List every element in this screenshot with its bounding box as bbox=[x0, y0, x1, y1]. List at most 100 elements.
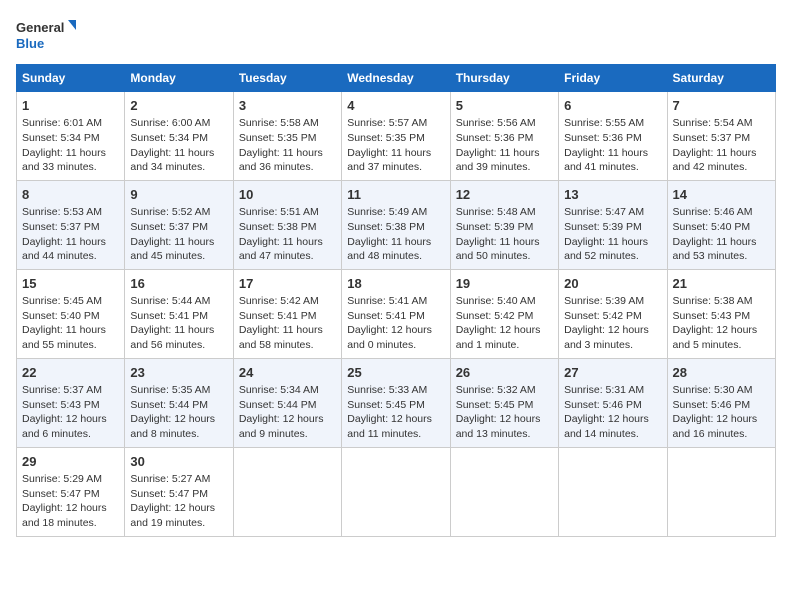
sunset-text: Sunset: 5:42 PM bbox=[564, 310, 642, 322]
daylight-text: Daylight: 11 hours and 41 minutes. bbox=[564, 147, 648, 174]
calendar-cell bbox=[342, 447, 450, 536]
daylight-text: Daylight: 12 hours and 6 minutes. bbox=[22, 413, 107, 440]
day-number: 10 bbox=[239, 186, 336, 204]
week-row-1: 1Sunrise: 6:01 AMSunset: 5:34 PMDaylight… bbox=[17, 92, 776, 181]
day-number: 8 bbox=[22, 186, 119, 204]
svg-text:General: General bbox=[16, 20, 64, 35]
sunset-text: Sunset: 5:41 PM bbox=[130, 310, 208, 322]
calendar-cell: 26 Sunrise: 5:32 AM Sunset: 5:45 PM Dayligh… bbox=[450, 358, 558, 447]
sunset-text: Sunset: 5:44 PM bbox=[130, 399, 208, 411]
weekday-header-row: SundayMondayTuesdayWednesdayThursdayFrid… bbox=[17, 65, 776, 92]
daylight-text: Daylight: 11 hours and 44 minutes. bbox=[22, 236, 106, 263]
calendar-cell bbox=[559, 447, 667, 536]
svg-text:Blue: Blue bbox=[16, 36, 44, 51]
day-number: 5 bbox=[456, 97, 553, 115]
daylight-text: Daylight: 11 hours and 33 minutes. bbox=[22, 147, 106, 174]
day-number: 1 bbox=[22, 97, 119, 115]
day-number: 13 bbox=[564, 186, 661, 204]
day-number: 7 bbox=[673, 97, 770, 115]
sunset-text: Sunset: 5:43 PM bbox=[22, 399, 100, 411]
calendar-cell: 1Sunrise: 6:01 AMSunset: 5:34 PMDaylight… bbox=[17, 92, 125, 181]
sunrise-text: Sunrise: 5:32 AM bbox=[456, 384, 536, 396]
week-row-3: 15 Sunrise: 5:45 AM Sunset: 5:40 PM Dayligh… bbox=[17, 269, 776, 358]
sunset-text: Sunset: 5:36 PM bbox=[564, 132, 642, 144]
sunrise-text: Sunrise: 6:00 AM bbox=[130, 117, 210, 129]
day-number: 3 bbox=[239, 97, 336, 115]
daylight-text: Daylight: 12 hours and 8 minutes. bbox=[130, 413, 215, 440]
day-number: 2 bbox=[130, 97, 227, 115]
daylight-text: Daylight: 12 hours and 0 minutes. bbox=[347, 324, 432, 351]
daylight-text: Daylight: 11 hours and 42 minutes. bbox=[673, 147, 757, 174]
calendar-cell: 19Sunrise: 5:40 AMSunset: 5:42 PMDayligh… bbox=[450, 269, 558, 358]
sunset-text: Sunset: 5:47 PM bbox=[130, 488, 208, 500]
day-number: 26 bbox=[456, 364, 553, 382]
day-number: 6 bbox=[564, 97, 661, 115]
sunset-text: Sunset: 5:37 PM bbox=[22, 221, 100, 233]
sunrise-text: Sunrise: 5:51 AM bbox=[239, 206, 319, 218]
page-header: General Blue bbox=[16, 16, 776, 54]
day-number: 24 bbox=[239, 364, 336, 382]
calendar-cell: 5Sunrise: 5:56 AMSunset: 5:36 PMDaylight… bbox=[450, 92, 558, 181]
calendar-cell: 21Sunrise: 5:38 AMSunset: 5:43 PMDayligh… bbox=[667, 269, 775, 358]
weekday-header-sunday: Sunday bbox=[17, 65, 125, 92]
daylight-text: Daylight: 12 hours and 3 minutes. bbox=[564, 324, 649, 351]
calendar-cell: 24Sunrise: 5:34 AMSunset: 5:44 PMDayligh… bbox=[233, 358, 341, 447]
sunrise-text: Sunrise: 5:29 AM bbox=[22, 473, 102, 485]
calendar-cell: 7 Sunrise: 5:54 AM Sunset: 5:37 PM Daylight… bbox=[667, 92, 775, 181]
sunrise-text: Sunrise: 6:01 AM bbox=[22, 117, 102, 129]
weekday-header-wednesday: Wednesday bbox=[342, 65, 450, 92]
daylight-text: Daylight: 11 hours and 36 minutes. bbox=[239, 147, 323, 174]
daylight-text: Daylight: 12 hours and 1 minute. bbox=[456, 324, 541, 351]
day-number: 18 bbox=[347, 275, 444, 293]
calendar-cell: 18Sunrise: 5:41 AMSunset: 5:41 PMDayligh… bbox=[342, 269, 450, 358]
day-number: 22 bbox=[22, 364, 119, 382]
calendar-cell bbox=[450, 447, 558, 536]
daylight-text: Daylight: 12 hours and 5 minutes. bbox=[673, 324, 758, 351]
day-number: 27 bbox=[564, 364, 661, 382]
calendar-cell: 15 Sunrise: 5:45 AM Sunset: 5:40 PM Dayligh… bbox=[17, 269, 125, 358]
day-number: 15 bbox=[22, 275, 119, 293]
sunset-text: Sunset: 5:45 PM bbox=[456, 399, 534, 411]
sunset-text: Sunset: 5:35 PM bbox=[347, 132, 425, 144]
calendar-cell bbox=[233, 447, 341, 536]
sunset-text: Sunset: 5:43 PM bbox=[673, 310, 751, 322]
day-number: 19 bbox=[456, 275, 553, 293]
calendar-cell: 30Sunrise: 5:27 AMSunset: 5:47 PMDayligh… bbox=[125, 447, 233, 536]
sunset-text: Sunset: 5:37 PM bbox=[673, 132, 751, 144]
daylight-text: Daylight: 11 hours and 34 minutes. bbox=[130, 147, 214, 174]
sunrise-text: Sunrise: 5:34 AM bbox=[239, 384, 319, 396]
sunset-text: Sunset: 5:40 PM bbox=[673, 221, 751, 233]
day-number: 9 bbox=[130, 186, 227, 204]
calendar-cell: 22Sunrise: 5:37 AMSunset: 5:43 PMDayligh… bbox=[17, 358, 125, 447]
sunset-text: Sunset: 5:45 PM bbox=[347, 399, 425, 411]
sunrise-text: Sunrise: 5:53 AM bbox=[22, 206, 102, 218]
calendar-cell: 13Sunrise: 5:47 AMSunset: 5:39 PMDayligh… bbox=[559, 180, 667, 269]
day-number: 17 bbox=[239, 275, 336, 293]
sunset-text: Sunset: 5:46 PM bbox=[673, 399, 751, 411]
daylight-text: Daylight: 12 hours and 13 minutes. bbox=[456, 413, 541, 440]
weekday-header-friday: Friday bbox=[559, 65, 667, 92]
sunrise-text: Sunrise: 5:46 AM bbox=[673, 206, 753, 218]
sunset-text: Sunset: 5:40 PM bbox=[22, 310, 100, 322]
day-number: 23 bbox=[130, 364, 227, 382]
sunrise-text: Sunrise: 5:45 AM bbox=[22, 295, 102, 307]
calendar-cell: 6 Sunrise: 5:55 AM Sunset: 5:36 PM Daylight… bbox=[559, 92, 667, 181]
sunset-text: Sunset: 5:41 PM bbox=[239, 310, 317, 322]
sunrise-text: Sunrise: 5:30 AM bbox=[673, 384, 753, 396]
daylight-text: Daylight: 12 hours and 14 minutes. bbox=[564, 413, 649, 440]
day-number: 30 bbox=[130, 453, 227, 471]
calendar-cell: 9Sunrise: 5:52 AMSunset: 5:37 PMDaylight… bbox=[125, 180, 233, 269]
calendar-cell: 2Sunrise: 6:00 AMSunset: 5:34 PMDaylight… bbox=[125, 92, 233, 181]
sunrise-text: Sunrise: 5:54 AM bbox=[673, 117, 753, 129]
sunset-text: Sunset: 5:38 PM bbox=[347, 221, 425, 233]
daylight-text: Daylight: 11 hours and 56 minutes. bbox=[130, 324, 214, 351]
daylight-text: Daylight: 11 hours and 55 minutes. bbox=[22, 324, 106, 351]
daylight-text: Daylight: 11 hours and 37 minutes. bbox=[347, 147, 431, 174]
calendar-table: SundayMondayTuesdayWednesdayThursdayFrid… bbox=[16, 64, 776, 537]
weekday-header-thursday: Thursday bbox=[450, 65, 558, 92]
weekday-header-tuesday: Tuesday bbox=[233, 65, 341, 92]
sunrise-text: Sunrise: 5:35 AM bbox=[130, 384, 210, 396]
sunrise-text: Sunrise: 5:55 AM bbox=[564, 117, 644, 129]
calendar-cell: 16Sunrise: 5:44 AMSunset: 5:41 PMDayligh… bbox=[125, 269, 233, 358]
logo-svg: General Blue bbox=[16, 16, 76, 54]
